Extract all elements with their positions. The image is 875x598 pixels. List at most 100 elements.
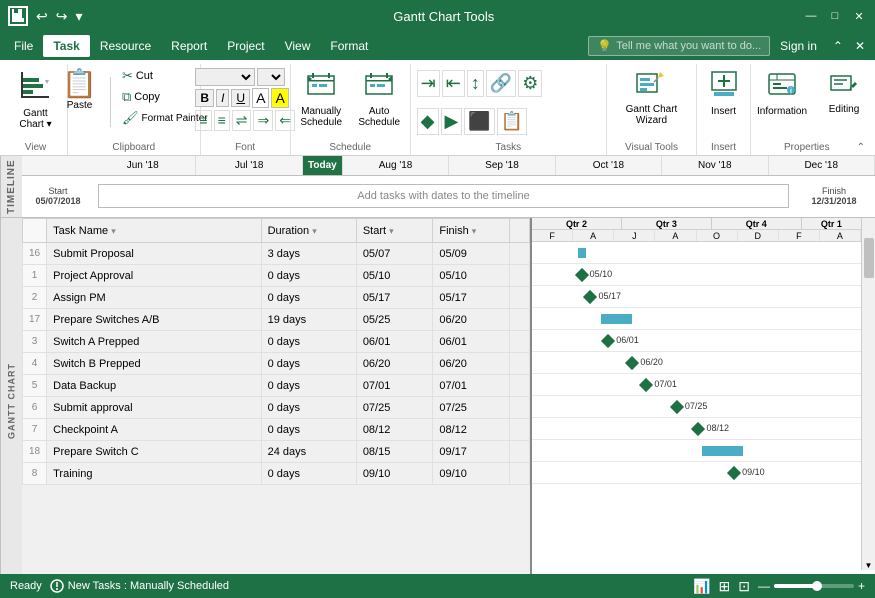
align-center-button[interactable]: ≡: [214, 110, 230, 131]
task-finish[interactable]: 06/20: [433, 353, 510, 375]
sign-in-button[interactable]: Sign in: [770, 35, 827, 57]
minimize-button[interactable]: —: [803, 8, 819, 24]
zoom-out-btn[interactable]: —: [758, 579, 770, 593]
font-color-button[interactable]: A: [252, 88, 269, 108]
task-name[interactable]: Submit Proposal: [47, 243, 261, 265]
timeline-bar[interactable]: Add tasks with dates to the timeline: [98, 184, 789, 208]
tasks-btn-6[interactable]: ◆: [417, 108, 439, 135]
zoom-thumb[interactable]: [812, 581, 822, 591]
gantt-milestone-diamond[interactable]: [574, 268, 588, 282]
task-duration[interactable]: 24 days: [261, 441, 356, 463]
task-name[interactable]: Switch A Prepped: [47, 331, 261, 353]
status-grid-icon[interactable]: ⊡: [738, 578, 750, 595]
tasks-btn-9[interactable]: 📋: [497, 108, 527, 135]
task-finish[interactable]: 06/01: [433, 331, 510, 353]
tasks-btn-2[interactable]: ⇤: [442, 70, 465, 97]
menu-project[interactable]: Project: [217, 35, 274, 57]
task-start[interactable]: 05/07: [356, 243, 433, 265]
editing-button[interactable]: Editing: [817, 70, 871, 120]
tasks-btn-1[interactable]: ⇥: [417, 70, 440, 97]
maximize-button[interactable]: □: [827, 8, 843, 24]
task-duration[interactable]: 0 days: [261, 375, 356, 397]
task-duration[interactable]: 0 days: [261, 287, 356, 309]
task-duration[interactable]: 3 days: [261, 243, 356, 265]
task-finish[interactable]: 08/12: [433, 419, 510, 441]
task-start[interactable]: 08/12: [356, 419, 433, 441]
tasks-btn-3[interactable]: ↕: [467, 70, 484, 97]
col-duration-header[interactable]: Duration ▾: [261, 219, 356, 243]
undo-button[interactable]: ↩: [34, 6, 50, 27]
task-name[interactable]: Switch B Prepped: [47, 353, 261, 375]
italic-button[interactable]: I: [216, 89, 229, 107]
align-left-button[interactable]: ≡: [195, 110, 211, 131]
menu-report[interactable]: Report: [161, 35, 217, 57]
task-name[interactable]: Submit approval: [47, 397, 261, 419]
task-start[interactable]: 07/01: [356, 375, 433, 397]
menu-task[interactable]: Task: [43, 35, 89, 57]
menu-file[interactable]: File: [4, 35, 43, 57]
highlight-button[interactable]: A: [271, 88, 288, 108]
menu-format[interactable]: Format: [320, 35, 378, 57]
gantt-milestone-diamond[interactable]: [639, 378, 653, 392]
bold-button[interactable]: B: [195, 89, 214, 107]
table-row[interactable]: 18 Prepare Switch C 24 days 08/15 09/17: [23, 441, 530, 463]
task-name[interactable]: Checkpoint A: [47, 419, 261, 441]
task-finish[interactable]: 09/10: [433, 463, 510, 485]
gantt-bar-element[interactable]: [578, 248, 586, 258]
table-row[interactable]: 7 Checkpoint A 0 days 08/12 08/12: [23, 419, 530, 441]
table-row[interactable]: 6 Submit approval 0 days 07/25 07/25: [23, 397, 530, 419]
underline-button[interactable]: U: [231, 89, 250, 107]
task-name[interactable]: Assign PM: [47, 287, 261, 309]
task-finish[interactable]: 09/17: [433, 441, 510, 463]
vertical-scrollbar[interactable]: ▼: [861, 218, 875, 570]
zoom-slider[interactable]: [774, 584, 854, 588]
gantt-milestone-diamond[interactable]: [670, 400, 684, 414]
task-start[interactable]: 05/25: [356, 309, 433, 331]
close-button[interactable]: ✕: [851, 8, 867, 24]
font-family-select[interactable]: [195, 68, 255, 86]
ribbon-toggle[interactable]: ⌃: [827, 37, 849, 55]
task-name[interactable]: Project Approval: [47, 265, 261, 287]
task-duration[interactable]: 0 days: [261, 419, 356, 441]
task-duration[interactable]: 0 days: [261, 463, 356, 485]
table-row[interactable]: 8 Training 0 days 09/10 09/10: [23, 463, 530, 485]
gantt-wizard-button[interactable]: Gantt ChartWizard: [620, 66, 684, 130]
task-finish[interactable]: 05/10: [433, 265, 510, 287]
font-size-select[interactable]: [257, 68, 285, 86]
task-finish[interactable]: 06/20: [433, 309, 510, 331]
gantt-milestone-diamond[interactable]: [583, 290, 597, 304]
gantt-bar-element[interactable]: [702, 446, 743, 456]
redo-button[interactable]: ↪: [54, 6, 70, 27]
task-duration[interactable]: 0 days: [261, 353, 356, 375]
task-name[interactable]: Prepare Switch C: [47, 441, 261, 463]
gantt-milestone-diamond[interactable]: [691, 422, 705, 436]
manually-schedule-button[interactable]: ManuallySchedule: [294, 66, 348, 132]
status-table-icon[interactable]: ⊞: [719, 578, 731, 595]
tasks-btn-4[interactable]: 🔗: [486, 70, 516, 97]
tasks-btn-5[interactable]: ⚙: [518, 70, 542, 97]
task-name[interactable]: Training: [47, 463, 261, 485]
ribbon-collapse-btn[interactable]: ⌃: [857, 142, 865, 153]
zoom-in-btn[interactable]: +: [858, 579, 865, 593]
task-finish[interactable]: 05/17: [433, 287, 510, 309]
gantt-milestone-diamond[interactable]: [727, 466, 741, 480]
indent-button[interactable]: ⇒: [253, 110, 273, 131]
help-close-button[interactable]: ✕: [849, 37, 871, 55]
task-duration[interactable]: 0 days: [261, 397, 356, 419]
task-duration[interactable]: 0 days: [261, 331, 356, 353]
task-start[interactable]: 05/10: [356, 265, 433, 287]
table-row[interactable]: 16 Submit Proposal 3 days 05/07 05/09: [23, 243, 530, 265]
search-box[interactable]: 💡 Tell me what you want to do...: [588, 36, 770, 56]
tasks-btn-8[interactable]: ⬛: [464, 108, 494, 135]
gantt-milestone-diamond[interactable]: [625, 356, 639, 370]
task-start[interactable]: 06/20: [356, 353, 433, 375]
paste-button[interactable]: 📋 Paste: [56, 66, 103, 116]
wrap-text-button[interactable]: ⇌: [232, 110, 252, 131]
table-row[interactable]: 2 Assign PM 0 days 05/17 05/17: [23, 287, 530, 309]
menu-view[interactable]: View: [275, 35, 321, 57]
customize-qat-button[interactable]: ▾: [73, 6, 84, 27]
table-row[interactable]: 4 Switch B Prepped 0 days 06/20 06/20: [23, 353, 530, 375]
task-finish[interactable]: 07/01: [433, 375, 510, 397]
task-name[interactable]: Prepare Switches A/B: [47, 309, 261, 331]
auto-schedule-button[interactable]: AutoSchedule: [352, 66, 406, 132]
